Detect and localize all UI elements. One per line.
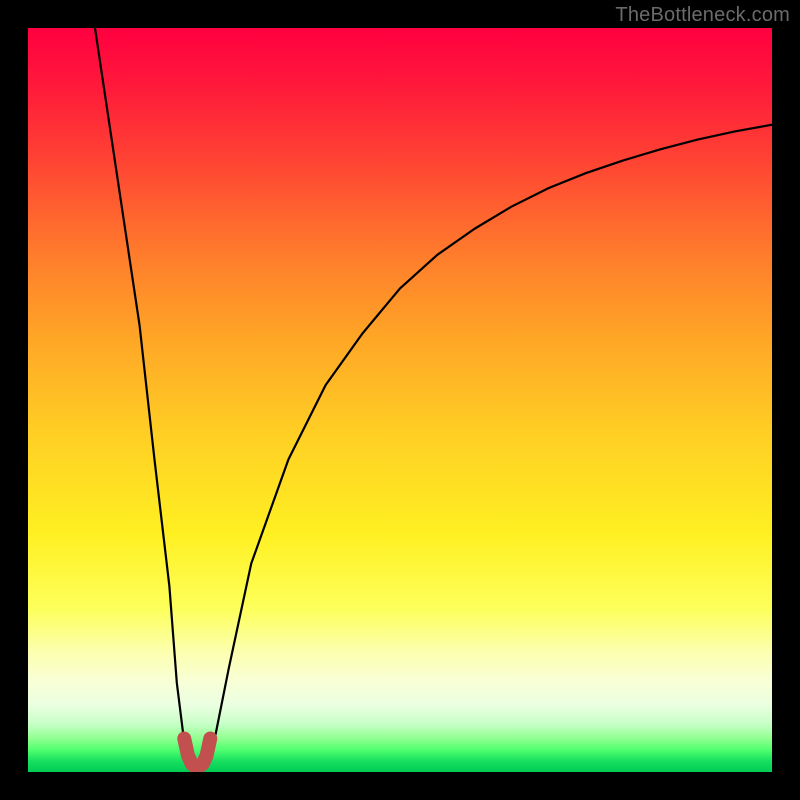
- bottleneck-curve-svg: [28, 28, 772, 772]
- min-marker-path: [184, 739, 210, 767]
- bottleneck-curve-path: [95, 28, 772, 772]
- chart-area: [28, 28, 772, 772]
- watermark-text: TheBottleneck.com: [615, 4, 790, 27]
